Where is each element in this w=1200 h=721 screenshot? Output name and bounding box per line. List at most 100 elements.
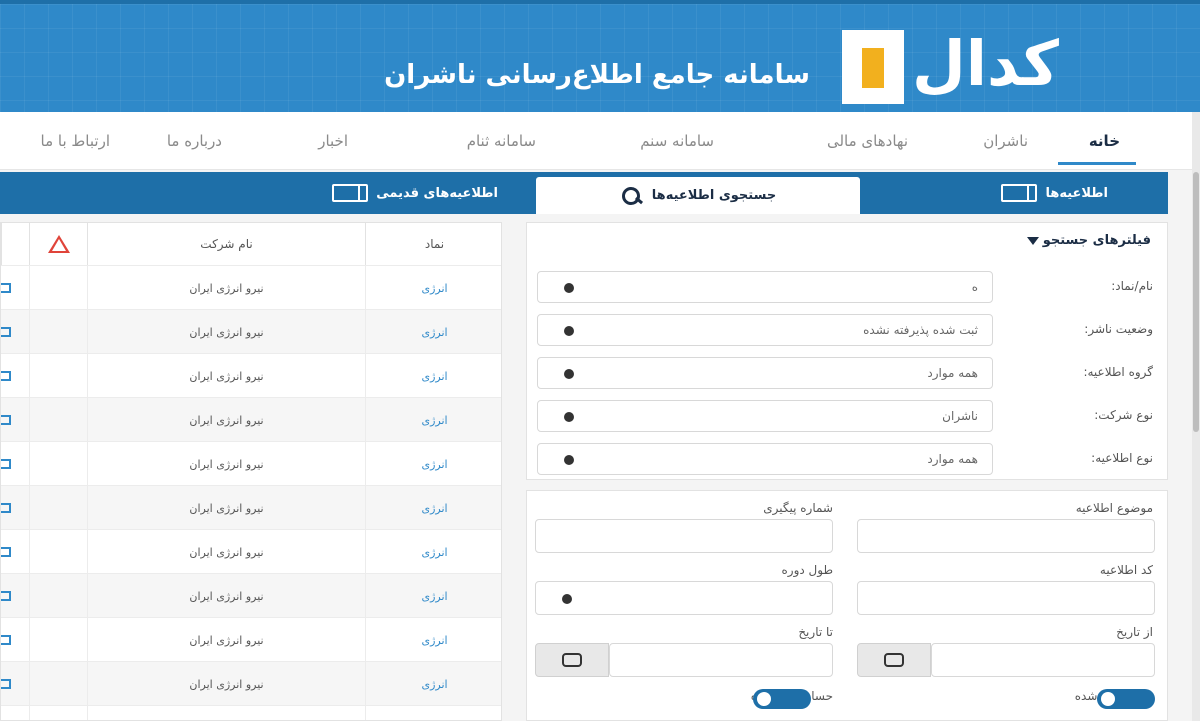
company-cell: نیرو انرژی ایران [87, 530, 365, 574]
nav-item-contact[interactable]: ارتباط با ما [41, 132, 110, 150]
company-type-select[interactable]: ناشران [537, 400, 993, 432]
symbol-cell[interactable]: انرژی [365, 662, 501, 706]
nav-item-news[interactable]: اخبار [318, 132, 348, 150]
audited-toggle[interactable] [1097, 689, 1155, 709]
external-link-icon[interactable] [1, 547, 11, 557]
table-row[interactable]: انرژینیرو انرژی ایران [1, 397, 501, 442]
external-link-icon[interactable] [1, 591, 11, 601]
table-row[interactable]: انرژینیرو انرژی ایران [1, 309, 501, 354]
symbol-cell[interactable]: انرژی [365, 618, 501, 662]
link-cell[interactable] [1, 398, 29, 442]
announcement-code-input[interactable] [857, 581, 1155, 615]
scrollbar-thumb[interactable] [1193, 172, 1199, 432]
nav-item-financial-institutions[interactable]: نهادهای مالی [827, 132, 908, 150]
announcement-type-select[interactable]: همه موارد [537, 443, 993, 475]
tab-announcements[interactable]: اطلاعیه‌ها [948, 172, 1108, 214]
link-cell[interactable] [1, 530, 29, 574]
link-cell[interactable] [1, 618, 29, 662]
to-date-calendar-button[interactable] [535, 643, 609, 677]
warning-cell [29, 266, 87, 310]
link-cell[interactable] [1, 354, 29, 398]
announcement-group-select[interactable]: همه موارد [537, 357, 993, 389]
external-link-icon[interactable] [1, 635, 11, 645]
period-select[interactable] [535, 581, 833, 615]
column-header-company: نام شرکت [87, 223, 365, 265]
company-cell: نیرو انرژی ایران [87, 398, 365, 442]
symbol-cell[interactable]: انرژی [365, 530, 501, 574]
from-date-calendar-button[interactable] [857, 643, 931, 677]
external-link-icon[interactable] [1, 327, 11, 337]
dropdown-icon [564, 455, 574, 465]
announcement-group-label: گروه اطلاعیه: [1083, 365, 1153, 379]
table-row[interactable]: انرژینیرو انرژی ایران [1, 705, 501, 720]
nav-item-sanam[interactable]: سامانه سنم [640, 132, 714, 150]
external-link-icon[interactable] [1, 459, 11, 469]
link-cell[interactable] [1, 662, 29, 706]
tracking-number-input[interactable] [535, 519, 833, 553]
link-cell[interactable] [1, 266, 29, 310]
codal-logo[interactable]: کدال [842, 24, 1142, 104]
period-label: طول دوره [781, 563, 833, 577]
calendar-icon [562, 653, 582, 667]
symbol-cell[interactable]: انرژی [365, 442, 501, 486]
nav-item-about[interactable]: درباره ما [167, 132, 222, 150]
publisher-status-select[interactable]: ثبت شده پذیرفته نشده [537, 314, 993, 346]
nav-item-publishers[interactable]: ناشران [983, 132, 1028, 150]
table-row[interactable]: انرژینیرو انرژی ایران [1, 441, 501, 486]
link-cell[interactable] [1, 486, 29, 530]
warning-cell [29, 310, 87, 354]
table-row[interactable]: انرژینیرو انرژی ایران [1, 661, 501, 706]
logo-text: کدال [912, 27, 1059, 100]
warning-cell [29, 530, 87, 574]
from-date-input[interactable] [931, 643, 1155, 677]
page-scrollbar[interactable] [1192, 112, 1200, 721]
table-row[interactable]: انرژینیرو انرژی ایران [1, 573, 501, 618]
external-link-icon[interactable] [1, 679, 11, 689]
search-icon [620, 186, 644, 206]
from-date-label: از تاریخ [1116, 625, 1153, 639]
external-link-icon[interactable] [1, 503, 11, 513]
tab-search-announcements[interactable]: جستجوی اطلاعیه‌ها [536, 177, 860, 214]
calendar-icon [884, 653, 904, 667]
external-link-icon[interactable] [1, 371, 11, 381]
nav-active-indicator [1058, 162, 1136, 165]
warning-cell [29, 486, 87, 530]
link-cell[interactable] [1, 706, 29, 720]
clock-window-icon [332, 184, 369, 202]
site-header: سامانه جامع اطلاع‌رسانی ناشران کدال [0, 0, 1200, 112]
filter-icon [1026, 236, 1039, 245]
nav-item-home[interactable]: خانه [1089, 132, 1120, 150]
symbol-cell[interactable]: انرژی [365, 354, 501, 398]
subject-input[interactable] [857, 519, 1155, 553]
table-row[interactable]: انرژینیرو انرژی ایران [1, 265, 501, 310]
logo-mark [842, 30, 904, 104]
dropdown-icon [564, 369, 574, 379]
symbol-cell[interactable]: انرژی [365, 266, 501, 310]
column-header-warning [29, 223, 87, 265]
external-link-icon[interactable] [1, 283, 11, 293]
company-cell: نیرو انرژی ایران [87, 574, 365, 618]
external-link-icon[interactable] [1, 415, 11, 425]
symbol-cell[interactable]: انرژی [365, 574, 501, 618]
link-cell[interactable] [1, 442, 29, 486]
table-row[interactable]: انرژینیرو انرژی ایران [1, 529, 501, 574]
table-row[interactable]: انرژینیرو انرژی ایران [1, 353, 501, 398]
symbol-cell[interactable]: انرژی [365, 398, 501, 442]
symbol-cell[interactable]: انرژی [365, 706, 501, 720]
symbol-cell[interactable]: انرژی [365, 310, 501, 354]
table-row[interactable]: انرژینیرو انرژی ایران [1, 485, 501, 530]
name-symbol-select[interactable]: ه [537, 271, 993, 303]
not-audited-toggle[interactable] [753, 689, 811, 709]
nav-item-sanam-registry[interactable]: سامانه ثنام [467, 132, 536, 150]
company-type-label: نوع شرکت: [1094, 408, 1153, 422]
to-date-input[interactable] [609, 643, 833, 677]
to-date-label: تا تاریخ [798, 625, 833, 639]
link-cell[interactable] [1, 574, 29, 618]
symbol-cell[interactable]: انرژی [365, 486, 501, 530]
announcement-type-value: همه موارد [927, 452, 978, 466]
link-cell[interactable] [1, 310, 29, 354]
company-cell: نیرو انرژی ایران [87, 618, 365, 662]
table-row[interactable]: انرژینیرو انرژی ایران [1, 617, 501, 662]
tab-old-announcements[interactable]: اطلاعیه‌های قدیمی [208, 172, 498, 214]
tab-search-label: جستجوی اطلاعیه‌ها [651, 188, 777, 203]
